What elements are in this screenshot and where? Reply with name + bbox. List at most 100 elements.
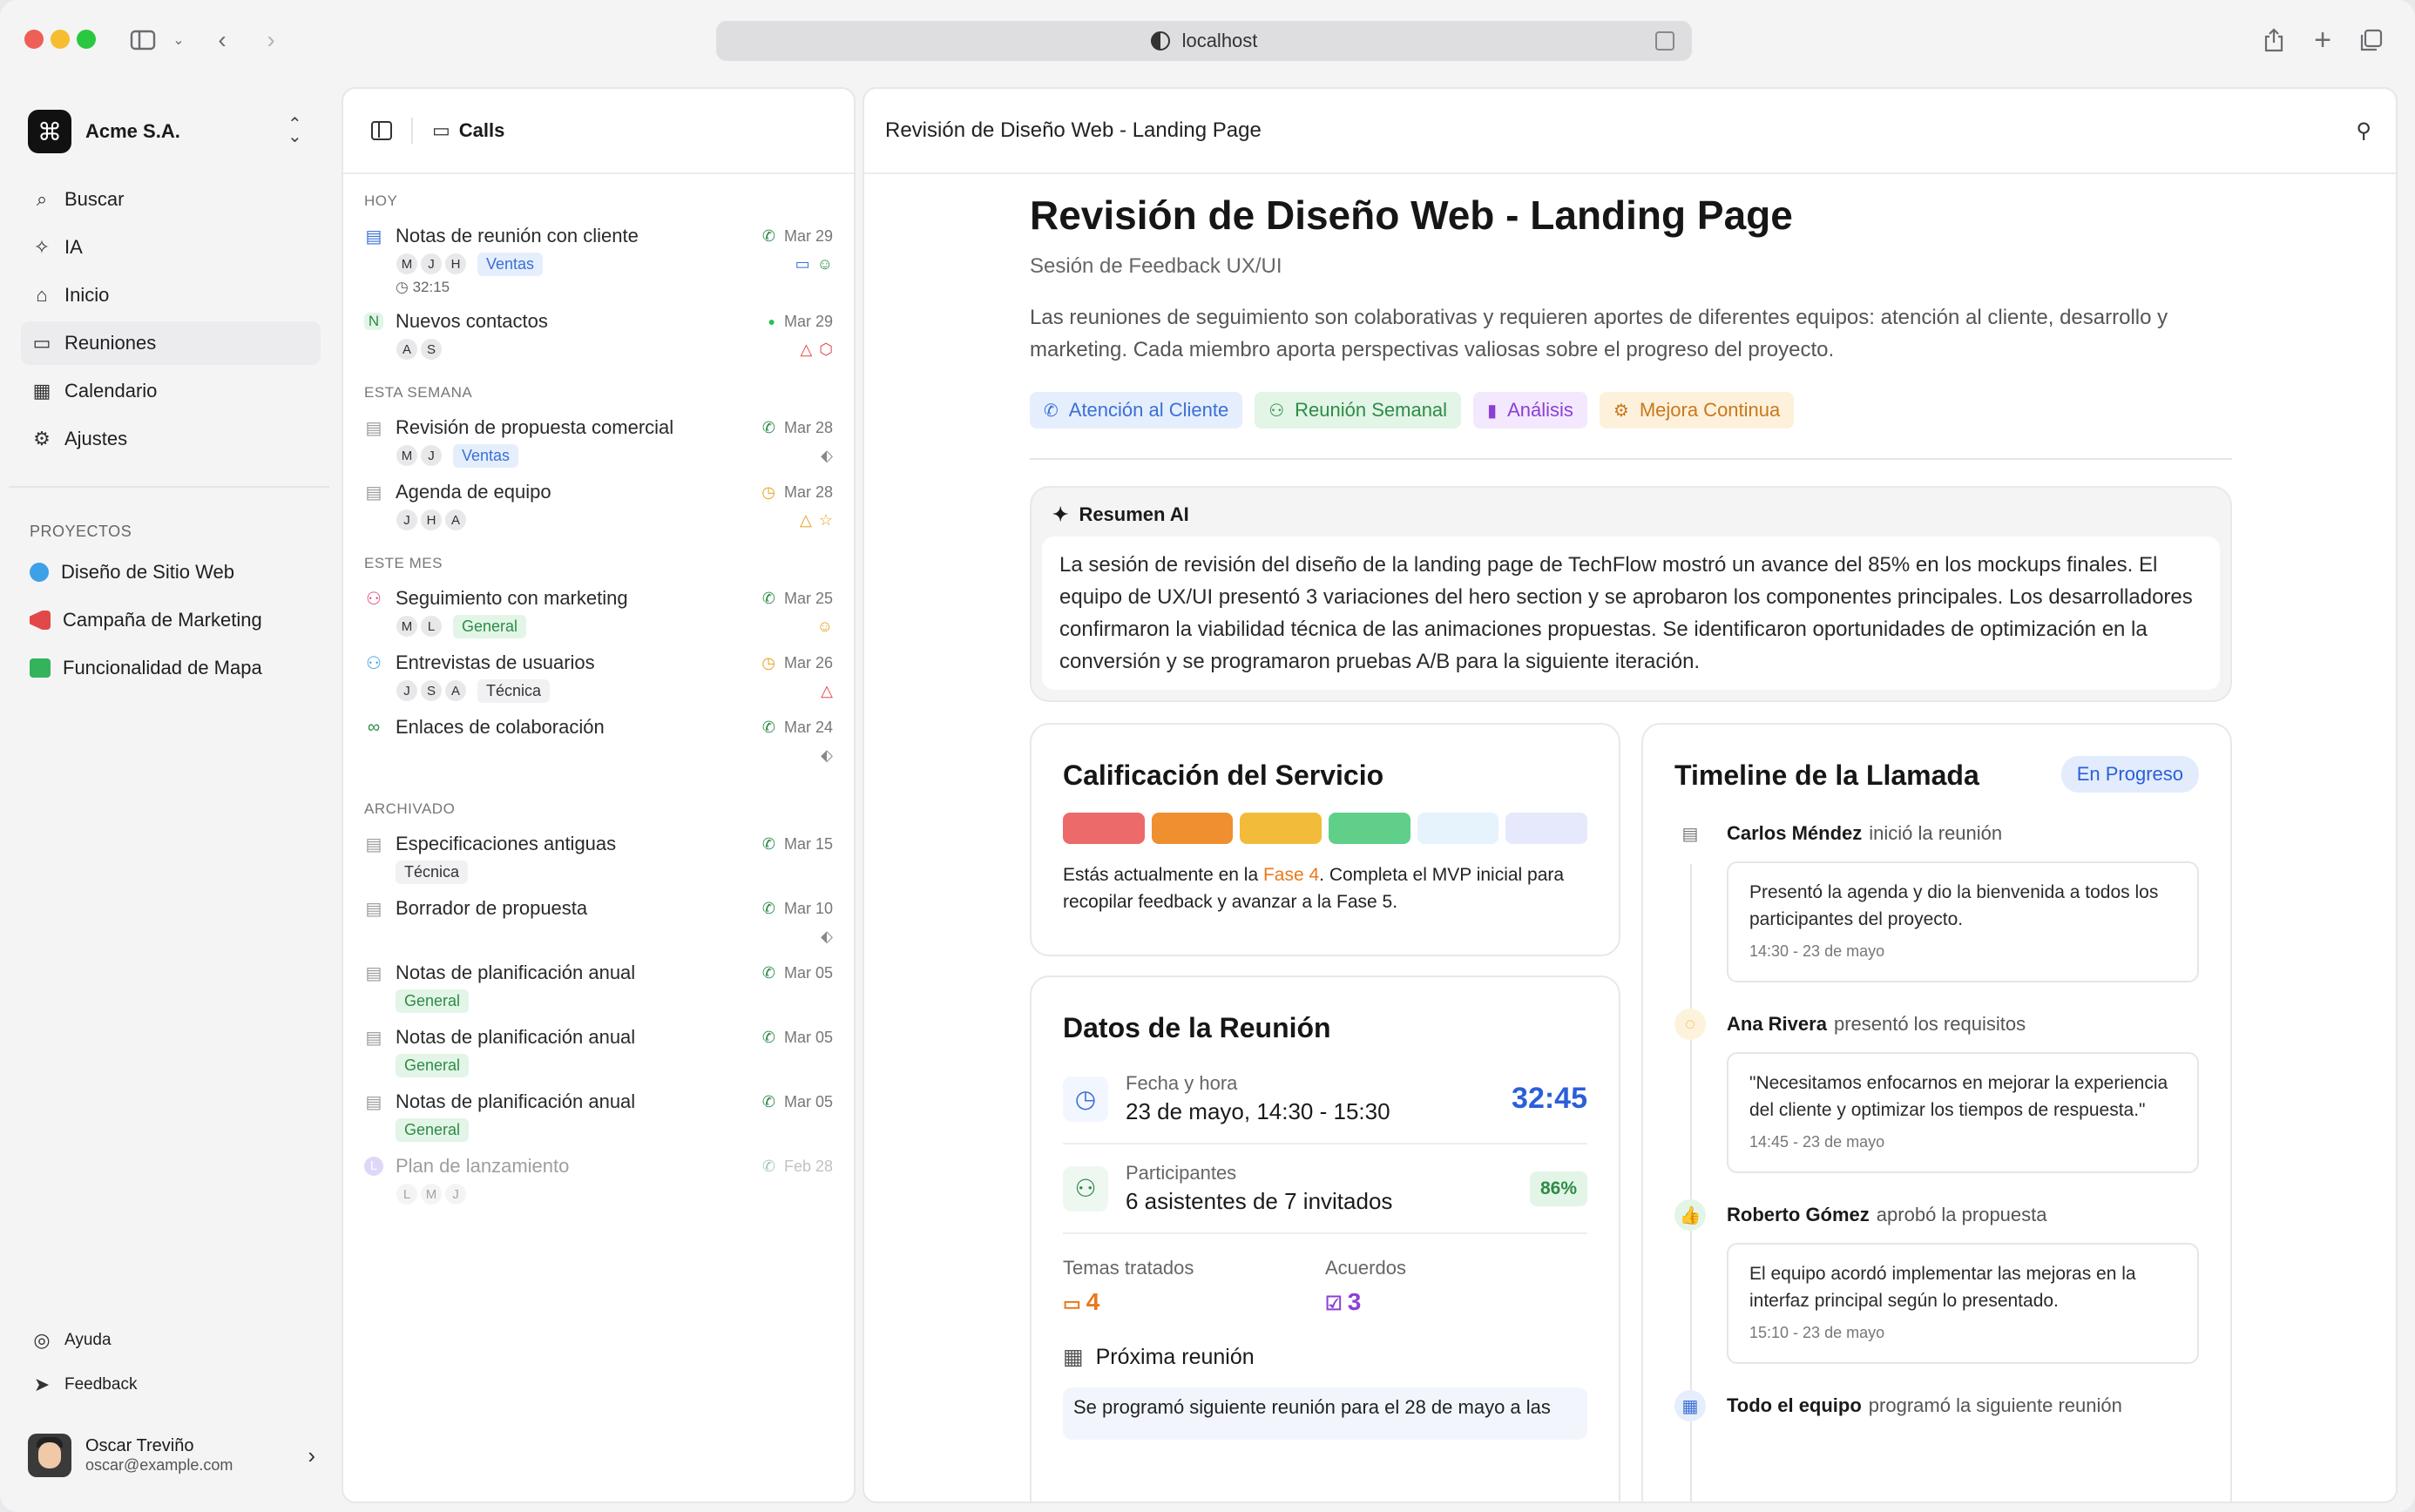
rating-bar[interactable] bbox=[1063, 813, 1145, 844]
item-date: Mar 25 bbox=[783, 589, 833, 607]
phone-icon: ✆ bbox=[761, 963, 775, 982]
list-item[interactable]: ▤ Especificaciones antiguas ✆ Mar 15 Técn… bbox=[343, 822, 854, 887]
address-bar[interactable]: localhost bbox=[716, 21, 1692, 61]
agreements-value-wrapper: ☑ 3 bbox=[1325, 1288, 1587, 1316]
help-link[interactable]: ◎ Ayuda bbox=[21, 1320, 321, 1360]
list-item[interactable]: N Nuevos contactos ● Mar 29 AS △ ⬡ bbox=[343, 300, 854, 364]
project-diseno-sitio-web[interactable]: Diseño de Sitio Web bbox=[21, 550, 321, 594]
tag-icon: ⬖ bbox=[821, 446, 833, 464]
project-campana-marketing[interactable]: Campaña de Marketing bbox=[21, 598, 321, 642]
chevron-down-icon[interactable]: ⌄ bbox=[169, 23, 188, 57]
list-item[interactable]: ▤ Revisión de propuesta comercial ✆ Mar 2… bbox=[343, 406, 854, 470]
tab-overview-icon[interactable] bbox=[2356, 23, 2387, 57]
event-who: Todo el equipo bbox=[1727, 1394, 1862, 1416]
projects-label: PROYECTOS bbox=[30, 523, 132, 540]
back-button[interactable]: ‹ bbox=[209, 23, 235, 57]
send-icon: ➤ bbox=[33, 1374, 51, 1395]
rating-bar[interactable] bbox=[1417, 813, 1499, 844]
nav-item-ia[interactable]: ✧ IA bbox=[21, 226, 321, 269]
chevron-up-down-icon[interactable]: ⌃ ⌄ bbox=[288, 116, 302, 145]
pin-icon[interactable]: ⚲ bbox=[2356, 118, 2371, 144]
item-title: Seguimiento con marketing bbox=[396, 587, 628, 609]
users-icon: ⚇ bbox=[366, 589, 382, 609]
page-subtitle: Sesión de Feedback UX/UI bbox=[1030, 254, 1282, 278]
phone-icon: ✆ bbox=[761, 899, 775, 917]
avatar: M bbox=[396, 444, 418, 467]
close-window-button[interactable] bbox=[24, 30, 44, 49]
event-time: 14:45 - 23 de mayo bbox=[1749, 1133, 1885, 1151]
smile-icon: ☺ bbox=[816, 254, 833, 273]
sidebar-toggle-icon[interactable] bbox=[127, 23, 159, 57]
maximize-window-button[interactable] bbox=[77, 30, 96, 49]
chip-mejora-continua[interactable]: ⚙ Mejora Continua bbox=[1599, 392, 1795, 429]
event-text: El equipo acordó implementar las mejoras… bbox=[1749, 1264, 2136, 1311]
tag-icon: ⬖ bbox=[821, 746, 833, 764]
project-funcionalidad-mapa[interactable]: Funcionalidad de Mapa bbox=[21, 646, 321, 690]
feedback-link[interactable]: ➤ Feedback bbox=[21, 1365, 321, 1405]
list-item[interactable]: ▤ Borrador de propuesta ✆ Mar 10 ⬖ bbox=[343, 887, 854, 951]
tag: Técnica bbox=[396, 860, 469, 884]
participants-value: 6 asistentes de 7 invitados bbox=[1126, 1188, 1393, 1214]
new-tab-icon[interactable]: + bbox=[2307, 23, 2338, 57]
list-item[interactable]: ▤ Notas de planificación anual ✆ Mar 05 G… bbox=[343, 951, 854, 1016]
list-item[interactable]: ▤ Agenda de equipo ◷ Mar 28 JHA △ ☆ bbox=[343, 470, 854, 535]
group-label-semana: ESTA SEMANA bbox=[364, 384, 473, 401]
minimize-window-button[interactable] bbox=[51, 30, 70, 49]
status-badge: En Progreso bbox=[2060, 756, 2199, 793]
avatar: J bbox=[396, 509, 418, 531]
list-item[interactable]: L Plan de lanzamiento ✆ Feb 28 LMJ bbox=[343, 1144, 854, 1209]
chip-analisis[interactable]: ▮ Análisis bbox=[1473, 392, 1587, 429]
rating-bar[interactable] bbox=[1240, 813, 1322, 844]
item-date: Mar 15 bbox=[783, 834, 833, 853]
nav-label: Calendario bbox=[64, 380, 158, 402]
user-menu[interactable]: Oscar Treviño oscar@example.com › bbox=[28, 1434, 315, 1477]
chip-atencion-cliente[interactable]: ✆ Atención al Cliente bbox=[1030, 392, 1243, 429]
ai-summary-text: La sesión de revisión del diseño de la l… bbox=[1042, 537, 2220, 690]
chip-reunion-semanal[interactable]: ⚇ Reunión Semanal bbox=[1255, 392, 1462, 429]
event-action: inició la reunión bbox=[1869, 822, 2003, 844]
nav-label: Inicio bbox=[64, 284, 110, 306]
document-icon: ▤ bbox=[365, 899, 382, 919]
meeting-data-card: Datos de la Reunión ◷ Fecha y hora 23 de… bbox=[1030, 975, 1620, 1502]
nav-item-buscar[interactable]: ⌕ Buscar bbox=[21, 178, 321, 221]
date-value: 23 de mayo, 14:30 - 15:30 bbox=[1126, 1098, 1390, 1124]
list-title: Calls bbox=[458, 119, 505, 141]
timeline-event: ◌ Ana Rivera presentó los requisitos "Nec… bbox=[1674, 1009, 2199, 1173]
list-item[interactable]: ▤ Notas de reunión con cliente ✆ Mar 29 M… bbox=[343, 214, 854, 300]
document-icon: ▤ bbox=[365, 963, 382, 983]
date-row: ◷ Fecha y hora 23 de mayo, 14:30 - 15:30… bbox=[1063, 1055, 1587, 1144]
list-item[interactable]: ▤ Notas de planificación anual ✆ Mar 05 G… bbox=[343, 1080, 854, 1144]
rating-title: Calificación del Servicio bbox=[1063, 759, 1384, 791]
workspace-switcher[interactable]: ⌘ Acme S.A. bbox=[28, 110, 180, 153]
calendar-icon: ▦ bbox=[32, 380, 51, 402]
list-item[interactable]: ∞ Enlaces de colaboración ✆ Mar 24 ⬖ bbox=[343, 705, 854, 770]
rating-bar[interactable] bbox=[1505, 813, 1588, 844]
datos-title: Datos de la Reunión bbox=[1063, 1012, 1331, 1043]
item-date: Mar 10 bbox=[783, 899, 833, 917]
list-item[interactable]: ⚇ Seguimiento con marketing ✆ Mar 25 ML G… bbox=[343, 577, 854, 641]
duration-value: 32:15 bbox=[412, 279, 450, 295]
meeting-detail-panel: Revisión de Diseño Web - Landing Page ⚲ … bbox=[862, 87, 2398, 1503]
panel-toggle-icon[interactable] bbox=[371, 121, 392, 140]
rating-bar[interactable] bbox=[1329, 813, 1410, 844]
avatar: H bbox=[420, 509, 443, 531]
chip-label: Análisis bbox=[1507, 399, 1573, 421]
list-item[interactable]: ▤ Notas de planificación anual ✆ Mar 05 G… bbox=[343, 1016, 854, 1080]
contact-initial-icon: N bbox=[364, 313, 383, 330]
reader-icon[interactable] bbox=[1655, 31, 1674, 51]
share-icon[interactable] bbox=[2258, 23, 2290, 57]
nav-item-reuniones[interactable]: ▭ Reuniones bbox=[21, 321, 321, 365]
item-title: Borrador de propuesta bbox=[396, 897, 588, 919]
date-label: Fecha y hora bbox=[1126, 1072, 1238, 1094]
item-date: Mar 29 bbox=[783, 226, 833, 245]
home-icon: ⌂ bbox=[36, 284, 48, 306]
nav-item-inicio[interactable]: ⌂ Inicio bbox=[21, 273, 321, 317]
calendar-icon: ▦ bbox=[1674, 1390, 1706, 1421]
nav-item-calendario[interactable]: ▦ Calendario bbox=[21, 369, 321, 413]
nav-item-ajustes[interactable]: ⚙ Ajustes bbox=[21, 417, 321, 461]
chat-icon: ◌ bbox=[1674, 1009, 1706, 1040]
forward-button[interactable]: › bbox=[258, 23, 284, 57]
list-item[interactable]: ⚇ Entrevistas de usuarios ◷ Mar 26 JSA Té… bbox=[343, 641, 854, 705]
agreements-value: 3 bbox=[1347, 1288, 1362, 1315]
rating-bar[interactable] bbox=[1151, 813, 1234, 844]
